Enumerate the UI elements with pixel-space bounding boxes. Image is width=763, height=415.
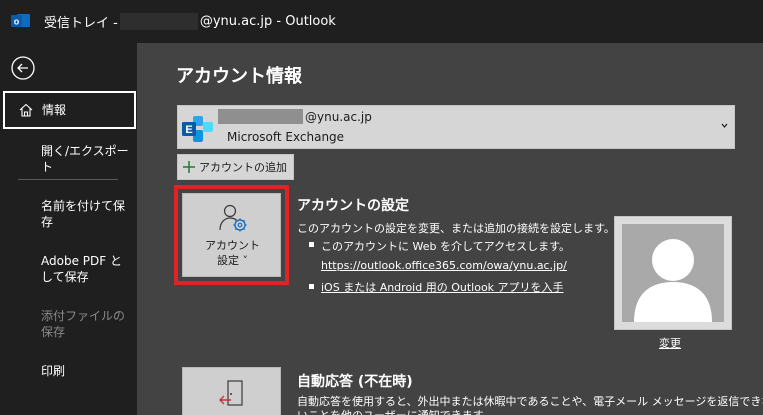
account-settings-description: このアカウントの設定を変更、または追加の接続を設定します。 <box>297 222 615 235</box>
sidebar-item-save-pdf[interactable]: Adobe PDF として保存 <box>0 253 137 287</box>
sidebar-item-label: 添付ファイルの保存 <box>41 309 126 339</box>
window-title-separator: - <box>272 14 286 29</box>
account-settings-button[interactable]: アカウント 設定 ˅ <box>182 193 281 277</box>
automatic-replies-button[interactable] <box>182 367 281 415</box>
sidebar-item-label: 情報 <box>42 103 67 117</box>
user-gear-icon <box>219 204 247 232</box>
add-account-button[interactable]: アカウントの追加 <box>177 154 294 180</box>
account-settings-label-line1: アカウント <box>205 239 260 252</box>
account-settings-title: アカウントの設定 <box>297 198 409 214</box>
change-photo-link[interactable]: 変更 <box>659 335 681 351</box>
mobile-app-link[interactable]: iOS または Android 用の Outlook アプリを入手 <box>321 279 564 295</box>
window-title-email: @ynu.ac.jp <box>199 14 273 29</box>
sidebar-item-label: 名前を付けて保存 <box>41 199 126 229</box>
backstage-sidebar: 情報 開く/エクスポート 名前を付けて保存 Adobe PDF として保存 添付… <box>0 43 137 415</box>
add-account-label: アカウントの追加 <box>199 161 287 174</box>
bullet-icon <box>309 284 314 289</box>
web-access-text: このアカウントに Web を介してアクセスします。 <box>321 240 570 253</box>
redacted-block <box>119 13 198 30</box>
window-title-prefix: 受信トレイ - <box>44 16 118 31</box>
bullet-icon <box>309 242 314 247</box>
window-title-app: Outlook <box>285 14 336 29</box>
back-arrow-icon[interactable] <box>10 55 36 81</box>
account-email-suffix: @ynu.ac.jp <box>305 109 372 124</box>
exchange-icon: E <box>182 116 213 142</box>
owa-link[interactable]: https://outlook.office365.com/owa/ynu.ac… <box>321 259 567 272</box>
account-dropdown[interactable]: E @ynu.ac.jp Microsoft Exchange <box>177 105 735 149</box>
account-email: @ynu.ac.jp <box>218 109 372 124</box>
plus-icon <box>183 161 195 173</box>
door-arrow-icon <box>219 380 243 406</box>
sidebar-item-label: 開く/エクスポート <box>41 144 129 174</box>
automatic-replies-title: 自動応答 (不在時) <box>297 374 413 390</box>
home-icon <box>19 103 33 117</box>
page-title: アカウント情報 <box>176 66 302 87</box>
account-settings-label-line2: 設定 ˅ <box>217 254 248 267</box>
sidebar-item-label: 印刷 <box>41 364 66 378</box>
profile-photo-placeholder <box>622 224 724 322</box>
chevron-down-icon <box>721 123 728 128</box>
svg-text:o: o <box>14 17 20 27</box>
sidebar-item-label: Adobe PDF として保存 <box>41 254 122 284</box>
sidebar-divider <box>18 179 118 180</box>
automatic-replies-description-2: いことを他のユーザーに通知できます。 <box>297 407 494 415</box>
profile-photo[interactable] <box>614 216 732 330</box>
svg-text:E: E <box>185 124 192 136</box>
title-bar: o 受信トレイ - @ynu.ac.jp - Outlook <box>0 0 763 43</box>
person-silhouette-icon <box>634 239 712 322</box>
account-type: Microsoft Exchange <box>227 130 345 144</box>
redacted-block <box>218 109 303 124</box>
outlook-icon: o <box>11 14 30 27</box>
window-title: 受信トレイ - @ynu.ac.jp - Outlook <box>44 12 336 31</box>
sidebar-item-info[interactable]: 情報 <box>3 91 136 129</box>
sidebar-item-save-as[interactable]: 名前を付けて保存 <box>0 198 137 232</box>
account-settings-label: アカウント 設定 ˅ <box>183 238 282 268</box>
sidebar-item-save-attachments: 添付ファイルの保存 <box>0 308 137 342</box>
